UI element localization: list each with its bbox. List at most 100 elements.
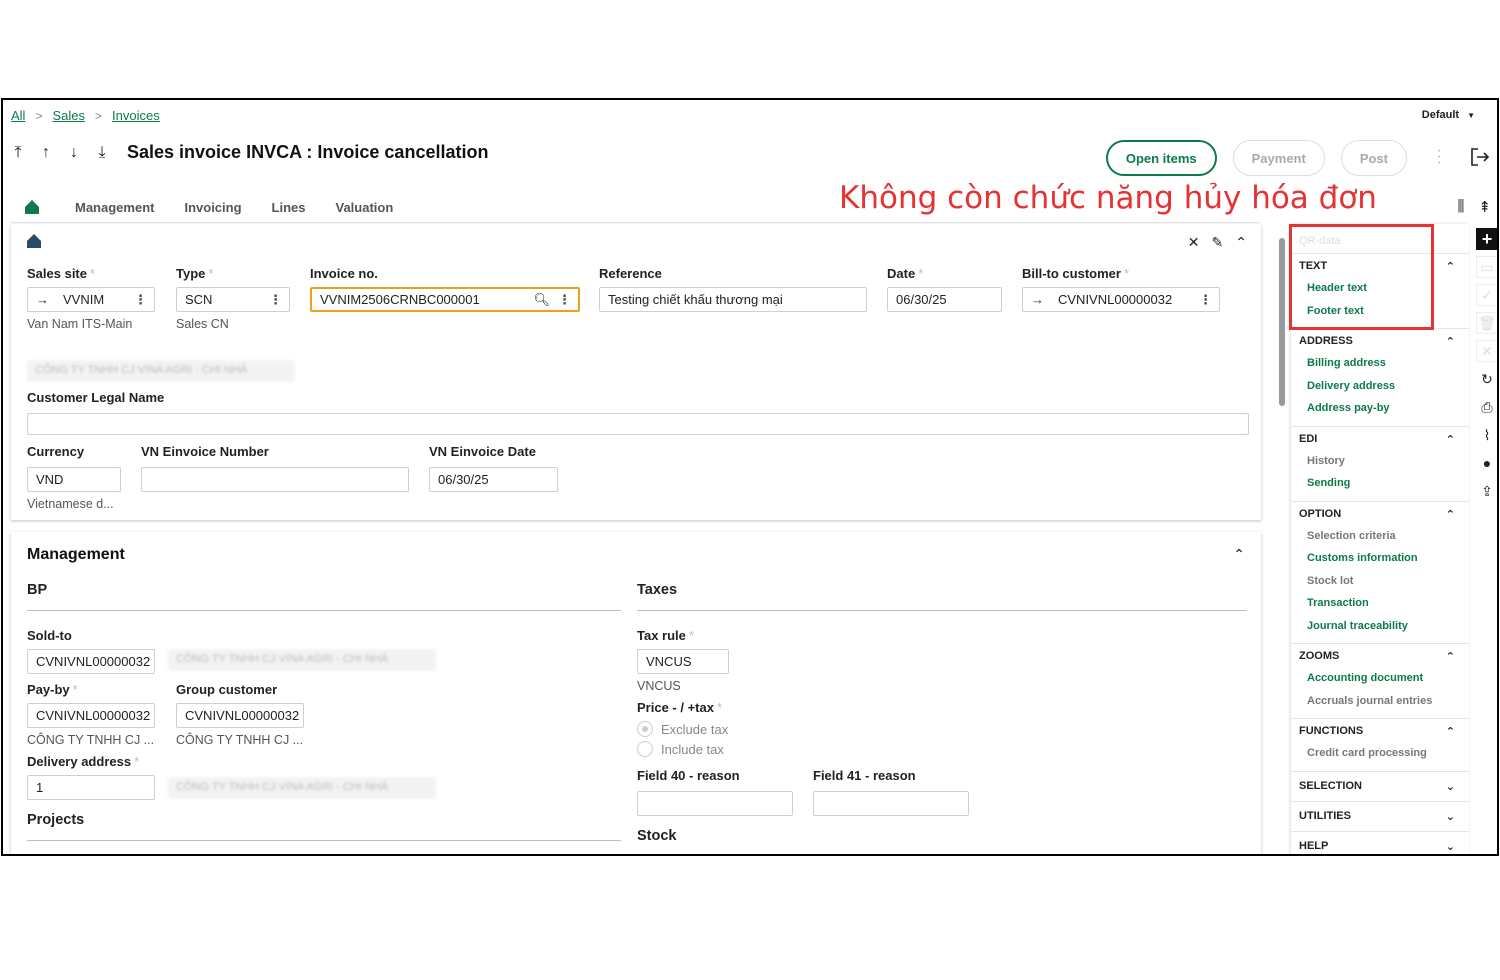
date-input[interactable]: 06/30/25 [887,287,1002,312]
side-link[interactable]: Customs information [1299,547,1469,570]
breadcrumb-all[interactable]: All [11,108,25,123]
exit-icon[interactable] [1469,146,1491,168]
type-input[interactable]: SCN ⋮ [176,287,290,312]
breadcrumb-sales[interactable]: Sales [52,108,85,123]
side-link[interactable]: Sending [1299,472,1469,495]
sales-site-input[interactable]: → VVNIM ⋮ [27,287,155,312]
chevron-up-icon[interactable]: ⌃ [1446,260,1455,273]
layout-tools: ⫼ ⇞ [1458,198,1491,216]
share-icon[interactable]: ⇪ [1476,480,1497,502]
side-link[interactable]: History [1299,450,1469,473]
field41-input[interactable] [813,791,969,816]
side-link[interactable]: Credit card processing [1299,742,1469,765]
save-icon[interactable]: ▭ [1476,256,1497,278]
sort-icon[interactable]: ⇞ [1478,198,1491,216]
invoice-no-value: VVNIM2506CRNBC000001 [320,292,480,307]
exclude-tax-radio[interactable]: Exclude tax [637,721,837,737]
chevron-up-icon[interactable]: ⌃ [1446,433,1455,446]
bill-to-input[interactable]: → CVNIVNL00000032 ⋮ [1022,287,1220,312]
tab-bar: Management Invoicing Lines Valuation [19,194,393,220]
add-icon[interactable]: + [1476,228,1497,250]
side-link[interactable]: Selection criteria [1299,525,1469,548]
delivery-address-input[interactable]: 1 [27,775,155,800]
tab-valuation[interactable]: Valuation [336,200,394,215]
legal-name-input[interactable] [27,413,1249,435]
side-link[interactable]: Transaction [1299,592,1469,615]
einvoice-date-input[interactable]: 06/30/25 [429,467,558,492]
chevron-up-icon[interactable]: ⌃ [1446,725,1455,738]
open-items-button[interactable]: Open items [1105,140,1217,176]
taxes-subtitle: Taxes [637,582,678,598]
check-icon[interactable]: ✓ [1476,284,1497,306]
side-section-header[interactable]: OPTION ⌃ [1299,508,1469,521]
group-customer-input[interactable]: CVNIVNL00000032 [176,703,304,728]
side-section-header[interactable]: SELECTION ⌄ [1299,780,1469,793]
refresh-icon[interactable]: ↻ [1476,368,1497,390]
side-section-header[interactable]: ZOOMS ⌃ [1299,650,1469,663]
pay-by-input[interactable]: CVNIVNL00000032 [27,703,155,728]
tab-lines[interactable]: Lines [272,200,306,215]
include-tax-radio[interactable]: Include tax [637,741,837,757]
kebab-icon[interactable]: ⋮ [134,292,147,308]
pay-by-label: Pay-by [27,682,70,697]
kebab-icon[interactable]: ⋮ [558,292,571,308]
side-section-header[interactable]: FUNCTIONS ⌃ [1299,725,1469,738]
chevron-up-icon[interactable]: ⌃ [1446,650,1455,663]
tab-management[interactable]: Management [75,200,154,215]
post-button[interactable]: Post [1340,140,1407,176]
search-icon[interactable]: 🔍︎ [533,292,550,308]
side-section-header[interactable]: UTILITIES ⌄ [1299,810,1469,823]
delete-icon[interactable]: 🗑︎ [1476,312,1497,334]
side-link[interactable]: Accruals journal entries [1299,690,1469,713]
caret-down-icon: ▼ [1467,110,1475,120]
home-tab-icon[interactable] [19,194,45,220]
kebab-icon[interactable]: ⋮ [269,292,282,308]
collapse-icon[interactable]: ⌃ [1235,234,1247,251]
side-link[interactable]: Delivery address [1299,375,1469,398]
field40-input[interactable] [637,791,793,816]
side-section-header[interactable]: ADDRESS ⌃ [1299,335,1469,348]
first-record-icon[interactable]: ⤒ [11,144,25,162]
default-selector[interactable]: Default ▼ [1422,109,1475,121]
scrollbar-thumb[interactable] [1279,238,1285,406]
sold-to-input[interactable]: CVNIVNL00000032 [27,649,155,674]
more-actions-icon[interactable]: · · · [1437,143,1442,171]
chevron-down-icon[interactable]: ⌄ [1446,810,1455,823]
tools-icon[interactable]: ✕ [1188,234,1200,251]
close-icon[interactable]: ✕ [1476,340,1497,362]
bill-to-value: CVNIVNL00000032 [1058,292,1173,307]
tab-invoicing[interactable]: Invoicing [184,200,241,215]
side-link[interactable]: Stock lot [1299,570,1469,593]
chevron-up-icon[interactable]: ⌃ [1446,508,1455,521]
columns-icon[interactable]: ⫼ [1458,198,1465,216]
payment-button[interactable]: Payment [1232,140,1325,176]
einvoice-number-input[interactable] [141,467,409,492]
side-link[interactable]: Address pay-by [1299,397,1469,420]
edit-icon[interactable]: ✎ [1212,234,1224,251]
comment-icon[interactable]: ● [1476,452,1497,474]
einvoice-date-label: VN Einvoice Date [429,444,536,459]
chevron-down-icon[interactable]: ⌄ [1446,840,1455,853]
reference-input[interactable]: Testing chiết khấu thương mại [599,287,867,312]
attachment-icon[interactable]: ⌇ [1476,424,1497,446]
side-link[interactable]: Billing address [1299,352,1469,375]
side-section-title: FUNCTIONS [1299,725,1364,737]
collapse-icon[interactable]: ⌃ [1233,546,1245,563]
side-link[interactable]: Journal traceability [1299,615,1469,638]
arrow-right-icon[interactable]: → [1031,292,1044,307]
print-icon[interactable]: ⎙ [1476,396,1497,418]
previous-record-icon[interactable]: ↑ [39,144,53,162]
breadcrumb-invoices[interactable]: Invoices [112,108,160,123]
last-record-icon[interactable]: ⤓ [95,144,109,162]
chevron-up-icon[interactable]: ⌃ [1446,335,1455,348]
side-section-header[interactable]: EDI ⌃ [1299,433,1469,446]
currency-input[interactable]: VND [27,467,121,492]
side-section-header[interactable]: HELP ⌄ [1299,840,1469,853]
next-record-icon[interactable]: ↓ [67,144,81,162]
kebab-icon[interactable]: ⋮ [1199,292,1212,308]
arrow-right-icon[interactable]: → [36,292,49,307]
chevron-down-icon[interactable]: ⌄ [1446,780,1455,793]
invoice-no-input[interactable]: VVNIM2506CRNBC000001 🔍︎ ⋮ [310,287,580,312]
tax-rule-input[interactable]: VNCUS [637,649,729,674]
side-link[interactable]: Accounting document [1299,667,1469,690]
